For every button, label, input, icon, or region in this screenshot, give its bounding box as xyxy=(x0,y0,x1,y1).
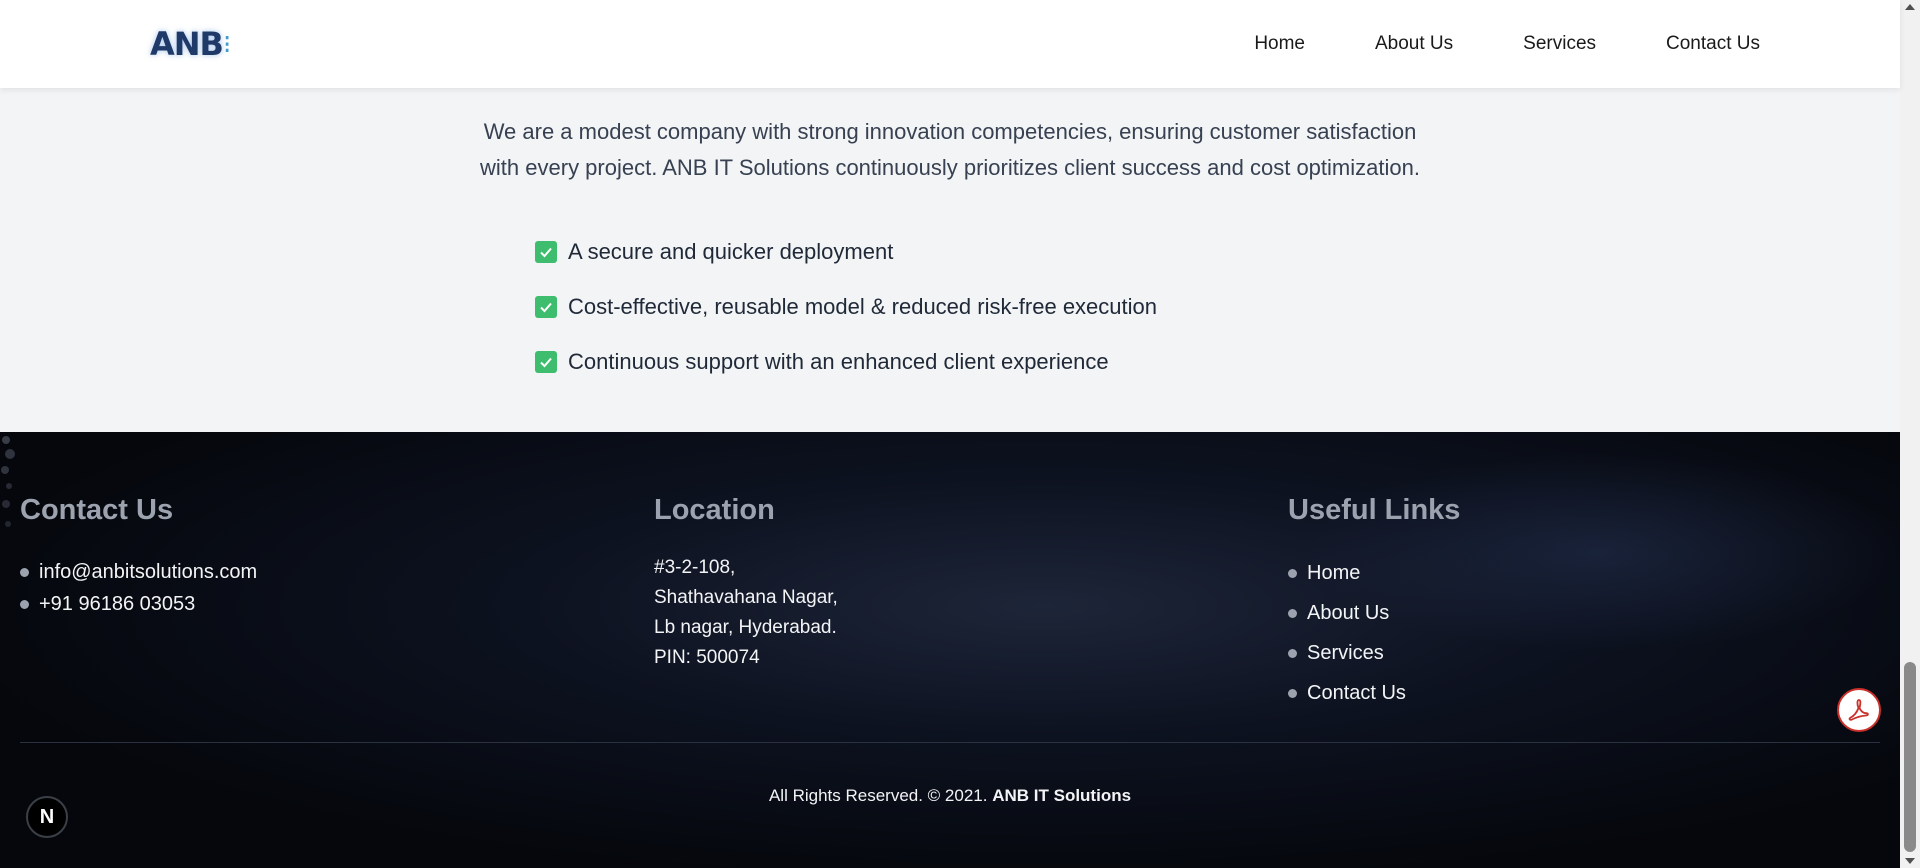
footer-links-title: Useful Links xyxy=(1288,494,1461,526)
check-icon xyxy=(535,350,557,373)
footer-link-label[interactable]: About Us xyxy=(1307,602,1389,625)
nav-about-us[interactable]: About Us xyxy=(1375,33,1453,55)
badge-letter: N xyxy=(39,805,55,828)
footer-link-contact-us[interactable]: Contact Us xyxy=(1288,673,1460,713)
next-badge-icon[interactable]: N xyxy=(26,796,68,838)
footer-links-column: Useful Links Home About Us Services Cont… xyxy=(1288,494,1460,713)
intro-paragraph-line-1: We are a modest company with strong inno… xyxy=(483,119,1417,144)
checklist-item-text: Cost-effective, reusable model & reduced… xyxy=(568,293,1157,319)
footer-contact-column: Contact Us info@anbitsolutions.com +91 9… xyxy=(20,494,257,629)
address: #3-2-108, Shathavahana Nagar, Lb nagar, … xyxy=(654,553,838,673)
footer-location-title: Location xyxy=(654,494,775,526)
contact-email[interactable]: info@anbitsolutions.com xyxy=(39,561,257,584)
checklist-item: A secure and quicker deployment xyxy=(535,224,1157,279)
address-line: Lb nagar, Hyderabad. xyxy=(654,617,837,638)
feature-checklist: A secure and quicker deployment Cost-eff… xyxy=(535,224,1157,389)
scroll-up-arrow-icon[interactable] xyxy=(1905,4,1915,10)
useful-links-list: Home About Us Services Contact Us xyxy=(1288,553,1460,713)
bullet-dot-icon xyxy=(1288,688,1297,698)
nav-contact-us[interactable]: Contact Us xyxy=(1666,33,1760,55)
footer-link-label[interactable]: Home xyxy=(1307,562,1360,585)
bullet-dot-icon xyxy=(1288,648,1297,658)
footer-link-home[interactable]: Home xyxy=(1288,553,1460,593)
pdf-download-button[interactable] xyxy=(1837,688,1881,732)
pdf-icon xyxy=(1848,699,1869,721)
check-icon xyxy=(535,240,557,263)
bullet-dot-icon xyxy=(1288,608,1297,618)
intro-paragraph: We are a modest company with strong inno… xyxy=(450,114,1450,186)
logo-accent-icon: ⁝ xyxy=(222,28,232,59)
copyright-company: ANB IT Solutions xyxy=(992,786,1132,805)
logo[interactable]: ANB ⁝ xyxy=(150,24,240,64)
address-line: PIN: 500074 xyxy=(654,647,760,668)
checklist-item-text: Continuous support with an enhanced clie… xyxy=(568,348,1109,374)
footer-divider xyxy=(20,742,1880,743)
checklist-item-text: A secure and quicker deployment xyxy=(568,238,894,264)
contact-phone[interactable]: +91 96186 03053 xyxy=(39,593,195,616)
page-scrollbar[interactable] xyxy=(1900,0,1920,868)
checklist-item: Continuous support with an enhanced clie… xyxy=(535,334,1157,389)
nav-services[interactable]: Services xyxy=(1523,33,1596,55)
footer-contact-title: Contact Us xyxy=(20,494,174,526)
site-footer: Contact Us info@anbitsolutions.com +91 9… xyxy=(0,432,1900,868)
contact-list: info@anbitsolutions.com +91 96186 03053 xyxy=(20,553,257,629)
footer-link-label[interactable]: Services xyxy=(1307,642,1384,665)
footer-location-column: Location #3-2-108, Shathavahana Nagar, L… xyxy=(654,494,838,673)
footer-link-label[interactable]: Contact Us xyxy=(1307,682,1406,705)
site-header: ANB ⁝ Home About Us Services Contact Us xyxy=(0,0,1900,88)
bullet-dot-icon xyxy=(20,599,29,609)
footer-link-services[interactable]: Services xyxy=(1288,633,1460,673)
copyright-prefix: All Rights Reserved. © 2021. xyxy=(768,786,988,805)
footer-link-about-us[interactable]: About Us xyxy=(1288,593,1460,633)
logo-text: ANB xyxy=(150,25,224,63)
bullet-dot-icon xyxy=(1288,568,1297,578)
intro-section: We are a modest company with strong inno… xyxy=(0,88,1900,432)
decorative-dots-icon xyxy=(1,436,15,527)
nav-home[interactable]: Home xyxy=(1254,33,1305,55)
main-nav: Home About Us Services Contact Us xyxy=(1254,0,1760,88)
scrollbar-thumb[interactable] xyxy=(1904,662,1916,852)
intro-paragraph-line-2: with every project. ANB IT Solutions con… xyxy=(480,155,1420,180)
address-line: Shathavahana Nagar, xyxy=(654,587,838,608)
scroll-down-arrow-icon[interactable] xyxy=(1905,858,1915,864)
bullet-dot-icon xyxy=(20,567,29,577)
check-icon xyxy=(535,295,557,318)
address-line: #3-2-108, xyxy=(654,557,736,578)
checklist-item: Cost-effective, reusable model & reduced… xyxy=(535,279,1157,334)
copyright: All Rights Reserved. © 2021. ANB IT Solu… xyxy=(0,786,1900,806)
contact-phone-item[interactable]: +91 96186 03053 xyxy=(20,579,257,629)
